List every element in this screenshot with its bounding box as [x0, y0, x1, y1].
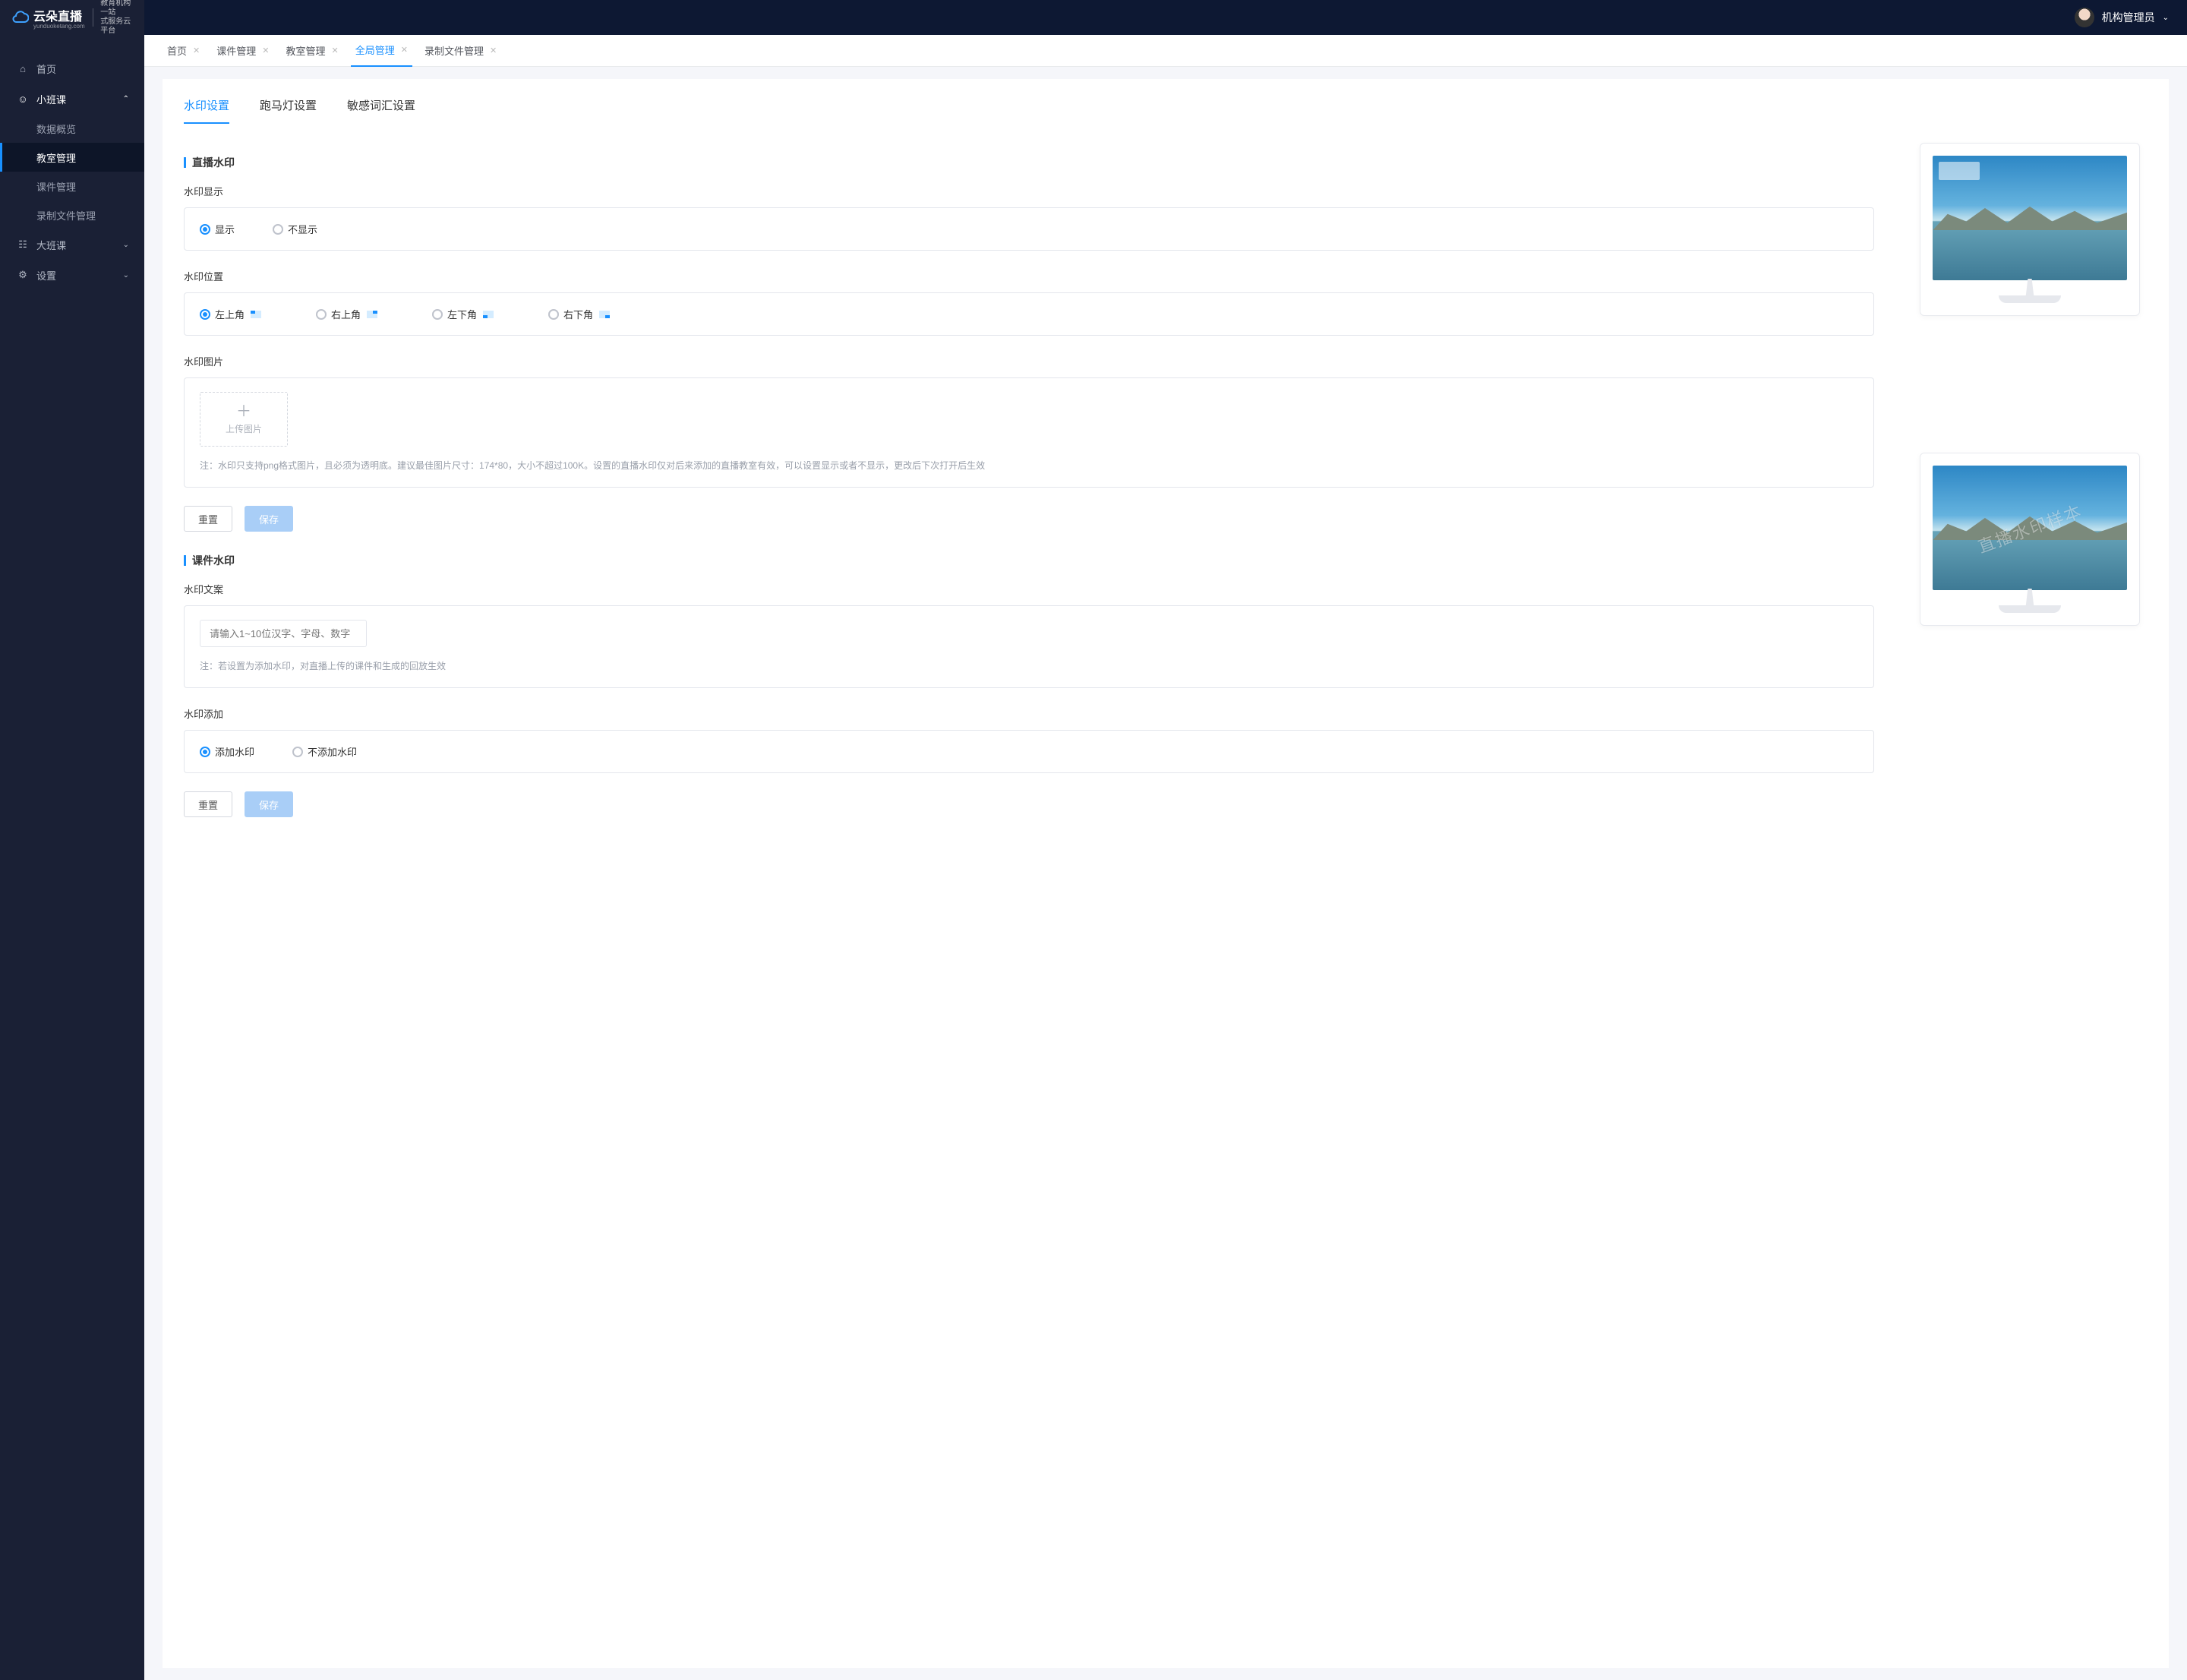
chevron-down-icon: ⌄ — [123, 241, 129, 249]
main-nav: ⌂ 首页 ☺ 小班课 ⌃ 数据概览 教室管理 课件管理 录制文件管理 ☷ 大班课… — [0, 35, 144, 290]
plus-icon: ＋ — [236, 404, 251, 419]
preview-monitor-1 — [1920, 143, 2140, 316]
tab-marquee[interactable]: 跑马灯设置 — [260, 97, 317, 124]
sidebar-item-settings[interactable]: ⚙ 设置 ⌄ — [0, 260, 144, 290]
corner-tr-icon — [367, 311, 377, 318]
radio-add-yes[interactable]: 添加水印 — [200, 744, 254, 759]
label-text: 水印文案 — [184, 582, 1874, 596]
user-name[interactable]: 机构管理员 — [2102, 10, 2155, 25]
topbar: 机构管理员 ⌄ — [144, 0, 2187, 35]
label-add: 水印添加 — [184, 706, 1874, 721]
label-position: 水印位置 — [184, 269, 1874, 283]
sidebar-item-small-class[interactable]: ☺ 小班课 ⌃ — [0, 84, 144, 114]
logo-brand: 云朵直播 yunduoketang.com — [12, 6, 85, 30]
radio-display-no[interactable]: 不显示 — [273, 222, 317, 236]
cloud-icon — [12, 11, 29, 24]
text-hint: 注：若设置为添加水印，对直播上传的课件和生成的回放生效 — [200, 659, 1858, 674]
page-tabs: 首页✕ 课件管理✕ 教室管理✕ 全局管理✕ 录制文件管理✕ — [144, 35, 2187, 67]
tab-courseware[interactable]: 课件管理✕ — [212, 35, 273, 67]
sidebar-item-courseware-mgmt[interactable]: 课件管理 — [0, 172, 144, 201]
radio-add-no[interactable]: 不添加水印 — [292, 744, 357, 759]
close-icon[interactable]: ✕ — [193, 46, 200, 55]
section-title-live: 直播水印 — [184, 155, 1874, 170]
sidebar-item-data-overview[interactable]: 数据概览 — [0, 114, 144, 143]
preview-monitor-2: 直播水印样本 — [1920, 453, 2140, 626]
tab-global[interactable]: 全局管理✕ — [351, 35, 412, 67]
save-button[interactable]: 保存 — [245, 506, 293, 532]
chevron-down-icon: ⌄ — [123, 271, 129, 279]
close-icon[interactable]: ✕ — [490, 46, 497, 55]
add-options: 添加水印 不添加水印 — [184, 730, 1874, 773]
logo-tagline: 教育机构一站 式服务云平台 — [100, 0, 132, 36]
content-panel: 水印设置 跑马灯设置 敏感词汇设置 直播水印 水印显示 显示 不显示 水印位置 — [163, 79, 2169, 1668]
sidebar-item-recording-mgmt[interactable]: 录制文件管理 — [0, 201, 144, 229]
corner-bl-icon — [483, 311, 494, 318]
radio-pos-tr[interactable]: 右上角 — [316, 307, 377, 321]
users-icon: ☺ — [15, 93, 30, 105]
reset-button-2[interactable]: 重置 — [184, 791, 232, 817]
label-image: 水印图片 — [184, 354, 1874, 368]
radio-pos-tl[interactable]: 左上角 — [200, 307, 261, 321]
watermark-badge-preview — [1939, 162, 1980, 180]
text-box: 注：若设置为添加水印，对直播上传的课件和生成的回放生效 — [184, 605, 1874, 688]
radio-pos-bl[interactable]: 左下角 — [432, 307, 494, 321]
position-options: 左上角 右上角 左下角 右下角 — [184, 292, 1874, 336]
label-display: 水印显示 — [184, 184, 1874, 198]
upload-image-button[interactable]: ＋ 上传图片 — [200, 392, 288, 447]
tab-home[interactable]: 首页✕ — [163, 35, 204, 67]
display-options: 显示 不显示 — [184, 207, 1874, 251]
section-title-courseware: 课件水印 — [184, 553, 1874, 568]
inner-tabs: 水印设置 跑马灯设置 敏感词汇设置 — [184, 97, 2148, 125]
radio-pos-br[interactable]: 右下角 — [548, 307, 610, 321]
group-icon: ☷ — [15, 238, 30, 251]
close-icon[interactable]: ✕ — [262, 46, 269, 55]
tab-watermark[interactable]: 水印设置 — [184, 97, 229, 124]
small-class-submenu: 数据概览 教室管理 课件管理 录制文件管理 — [0, 114, 144, 229]
brand-text: 云朵直播 — [33, 6, 85, 24]
close-icon[interactable]: ✕ — [331, 46, 338, 55]
reset-button[interactable]: 重置 — [184, 506, 232, 532]
corner-br-icon — [599, 311, 610, 318]
preview-column: 直播水印样本 — [1920, 143, 2148, 838]
logo: 云朵直播 yunduoketang.com 教育机构一站 式服务云平台 — [0, 0, 144, 35]
sidebar-item-big-class[interactable]: ☷ 大班课 ⌄ — [0, 229, 144, 260]
home-icon: ⌂ — [15, 63, 30, 74]
tab-sensitive[interactable]: 敏感词汇设置 — [347, 97, 415, 124]
sidebar: 云朵直播 yunduoketang.com 教育机构一站 式服务云平台 ⌂ 首页… — [0, 0, 144, 1680]
upload-hint: 注：水印只支持png格式图片，且必须为透明底。建议最佳图片尺寸：174*80，大… — [200, 459, 1858, 473]
watermark-text-input[interactable] — [200, 620, 367, 647]
tab-recording[interactable]: 录制文件管理✕ — [420, 35, 501, 67]
image-upload-box: ＋ 上传图片 注：水印只支持png格式图片，且必须为透明底。建议最佳图片尺寸：1… — [184, 377, 1874, 488]
sidebar-item-classroom-mgmt[interactable]: 教室管理 — [0, 143, 144, 172]
close-icon[interactable]: ✕ — [401, 45, 408, 55]
chevron-down-icon[interactable]: ⌄ — [2163, 14, 2169, 22]
save-button-2[interactable]: 保存 — [245, 791, 293, 817]
tab-classroom[interactable]: 教室管理✕ — [281, 35, 342, 67]
avatar[interactable] — [2075, 8, 2094, 27]
gear-icon: ⚙ — [15, 269, 30, 281]
chevron-up-icon: ⌃ — [123, 95, 129, 103]
corner-tl-icon — [251, 311, 261, 318]
main: 机构管理员 ⌄ 首页✕ 课件管理✕ 教室管理✕ 全局管理✕ 录制文件管理✕ 水印… — [144, 0, 2187, 1680]
sidebar-item-home[interactable]: ⌂ 首页 — [0, 53, 144, 84]
radio-display-yes[interactable]: 显示 — [200, 222, 235, 236]
